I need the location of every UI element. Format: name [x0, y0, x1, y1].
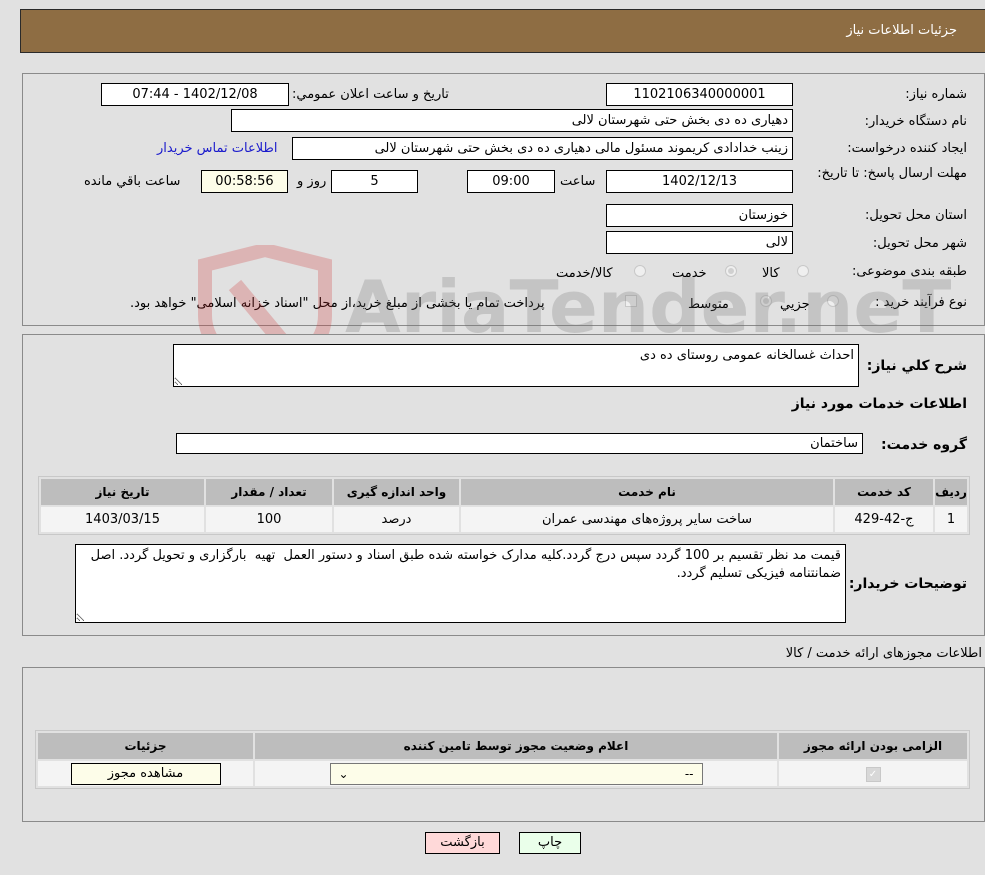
process-type-label: نوع فرآیند خرید :	[875, 295, 967, 310]
required-cell: ✓	[779, 761, 967, 786]
city-label: شهر محل تحویل:	[872, 236, 967, 251]
col-required: الزامی بودن ارائه مجوز	[779, 733, 967, 759]
deadline-date-field: 1402/12/13	[606, 170, 793, 193]
col-status: اعلام وضعیت مجوز توسط تامین کننده	[255, 733, 777, 759]
licenses-table: الزامی بودن ارائه مجوز اعلام وضعیت مجوز …	[35, 730, 970, 789]
category-radio-goods-service[interactable]	[634, 265, 646, 277]
treasury-checkbox[interactable]	[625, 295, 637, 307]
service-group-field: ساختمان	[176, 433, 863, 454]
table-row: 1 ج-42-429 ساخت سایر پروژه‌های مهندسی عم…	[41, 507, 967, 532]
description-label: شرح كلي نياز:	[866, 358, 967, 374]
buyer-org-label: نام دستگاه خریدار:	[864, 114, 967, 129]
creator-label: ایجاد کننده درخواست:	[847, 141, 967, 156]
row-qty: 100	[206, 507, 332, 532]
row-code: ج-42-429	[835, 507, 933, 532]
services-table-header: ردیف کد خدمت نام خدمت واحد اندازه گیری ت…	[41, 479, 967, 505]
deadline-label: مهلت ارسال پاسخ: تا تاریخ:	[817, 166, 967, 181]
deadline-time-label: ساعت	[560, 174, 596, 189]
days-label: روز و	[297, 174, 327, 189]
licenses-table-header: الزامی بودن ارائه مجوز اعلام وضعیت مجوز …	[38, 733, 967, 759]
province-field: خوزستان	[606, 204, 793, 227]
col-code: کد خدمت	[835, 479, 933, 505]
col-details: جزئیات	[38, 733, 253, 759]
row-name: ساخت سایر پروژه‌های مهندسی عمران	[461, 507, 833, 532]
process-radio-medium[interactable]	[760, 295, 772, 307]
col-index: ردیف	[935, 479, 967, 505]
view-license-button[interactable]: مشاهده مجوز	[70, 762, 221, 785]
days-remaining-field: 5	[331, 170, 418, 193]
license-status-value: --	[684, 766, 694, 781]
buyer-org-field: دهیاری ده دی بخش حتی شهرستان لالی	[231, 109, 793, 132]
description-textarea[interactable]: احداث غسالخانه عمومی روستای ده دی	[173, 344, 859, 387]
services-section-title: اطلاعات خدمات مورد نیاز	[791, 396, 967, 412]
buyer-contact-link[interactable]: اطلاعات تماس خریدار	[157, 141, 277, 156]
licenses-section-title: اطلاعات مجوزهای ارائه خدمت / کالا	[785, 646, 982, 661]
print-button[interactable]: چاپ	[519, 832, 581, 854]
category-option-service: خدمت	[672, 266, 707, 281]
row-index: 1	[935, 507, 967, 532]
table-row: ✓ -- ⌄ مشاهده مجوز	[38, 761, 967, 786]
creator-field: زینب خدادادی کریموند مسئول مالی دهیاری د…	[292, 137, 793, 160]
need-number-field: 1102106340000001	[606, 83, 793, 106]
category-option-goods: کالا	[762, 266, 780, 281]
page-header: جزئیات اطلاعات نیاز	[20, 9, 985, 53]
category-option-goods-service: کالا/خدمت	[556, 266, 613, 281]
col-unit: واحد اندازه گیری	[334, 479, 459, 505]
city-field: لالی	[606, 231, 793, 254]
buyer-notes-label: توضیحات خریدار:	[848, 576, 967, 592]
category-radio-service[interactable]	[725, 265, 737, 277]
process-option-medium: متوسط	[688, 297, 729, 312]
time-remaining-label: ساعت باقي مانده	[84, 174, 181, 189]
time-remaining-field: 00:58:56	[201, 170, 288, 193]
chevron-down-icon: ⌄	[338, 766, 349, 781]
row-date: 1403/03/15	[41, 507, 204, 532]
required-checkbox[interactable]: ✓	[865, 766, 881, 782]
category-radio-goods[interactable]	[797, 265, 809, 277]
process-option-minor: جزيي	[780, 297, 810, 312]
announce-label: تاریخ و ساعت اعلان عمومي:	[292, 87, 449, 102]
col-name: نام خدمت	[461, 479, 833, 505]
col-date: تاریخ نیاز	[41, 479, 204, 505]
license-status-select[interactable]: -- ⌄	[329, 762, 703, 785]
announce-datetime-field: 1402/12/08 - 07:44	[101, 83, 289, 106]
page-title: جزئیات اطلاعات نیاز	[846, 23, 957, 38]
services-table: ردیف کد خدمت نام خدمت واحد اندازه گیری ت…	[38, 476, 970, 535]
deadline-time-field: 09:00	[467, 170, 555, 193]
service-group-label: گروه خدمت:	[881, 437, 967, 453]
need-number-label: شماره نیاز:	[905, 87, 967, 102]
details-cell: مشاهده مجوز	[38, 761, 253, 786]
province-label: استان محل تحویل:	[865, 208, 967, 223]
status-cell: -- ⌄	[255, 761, 777, 786]
buyer-notes-textarea[interactable]: قیمت مد نظر تقسیم بر 100 گردد سپس درج گر…	[75, 544, 846, 623]
row-unit: درصد	[334, 507, 459, 532]
category-label: طبقه بندی موضوعی:	[851, 264, 967, 279]
col-qty: تعداد / مقدار	[206, 479, 332, 505]
back-button[interactable]: بازگشت	[425, 832, 500, 854]
process-radio-minor[interactable]	[827, 295, 839, 307]
treasury-note: پرداخت تمام یا بخشی از مبلغ خرید،از محل …	[130, 296, 545, 311]
